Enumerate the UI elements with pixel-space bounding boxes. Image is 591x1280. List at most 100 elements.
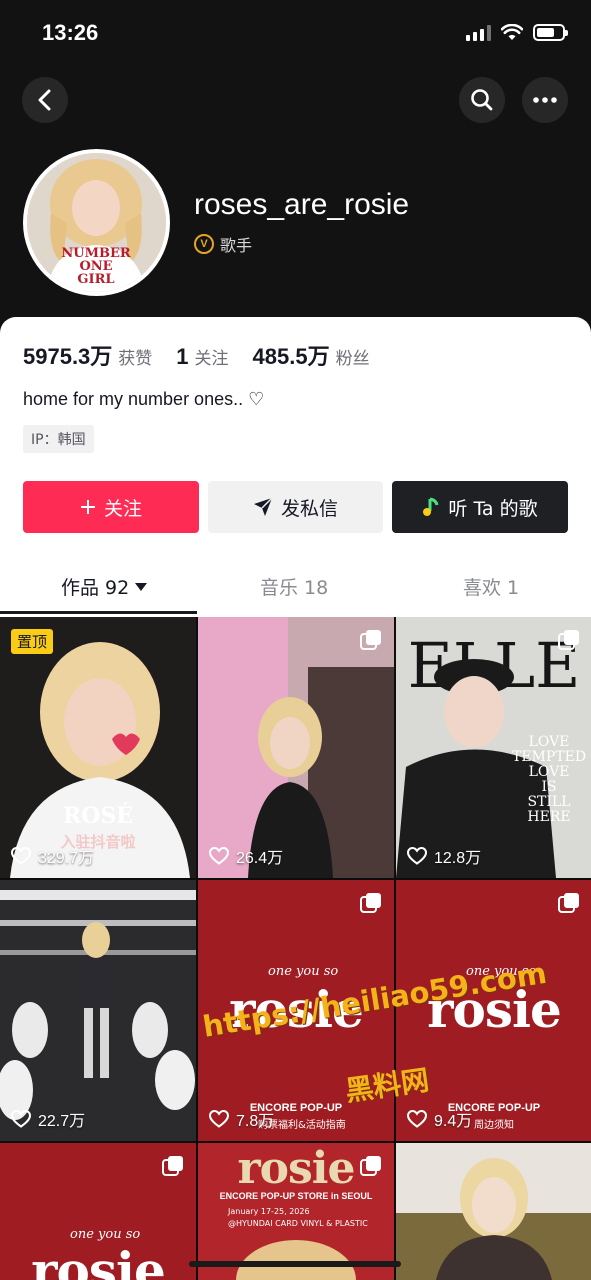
heart-outline-icon — [209, 1110, 229, 1128]
pinned-badge: 置顶 — [11, 629, 54, 654]
video-likes: 12.8万 — [407, 844, 481, 868]
cover-popup-text: ENCORE POP-UP STORE in SEOUL — [219, 1191, 373, 1201]
bio-text: home for my number ones.. ♡ — [23, 389, 265, 409]
tab-likes[interactable]: 喜欢 1 — [463, 573, 519, 600]
tab-works-label: 作品 92 — [61, 577, 130, 599]
video-thumbnail — [0, 880, 196, 1141]
video-likes: 22.7万 — [11, 1107, 85, 1131]
likes-count-label: 22.7万 — [38, 1113, 86, 1130]
cover-note: January 17-25, 2026 — [228, 1207, 310, 1216]
send-icon — [253, 497, 273, 516]
wifi-icon — [501, 24, 523, 40]
following-count[interactable]: 1 — [176, 344, 188, 370]
video-thumbnail — [236, 1240, 356, 1280]
message-button-label: 发私信 — [280, 497, 338, 520]
ip-location-tag: IP：韩国 — [23, 425, 94, 453]
multi-image-icon — [558, 893, 579, 913]
search-icon — [471, 89, 493, 111]
coverline: LOVE — [528, 764, 570, 780]
caret-down-icon — [135, 582, 148, 591]
more-dots-icon — [533, 97, 557, 103]
content-tabs: 作品 92 音乐 18 喜欢 1 — [0, 567, 591, 617]
followers-label: 粉丝 — [335, 349, 370, 369]
verified-badge-icon: V — [194, 234, 214, 254]
multi-image-icon — [558, 630, 579, 650]
tab-likes-label: 喜欢 1 — [463, 577, 520, 599]
video-tile-7[interactable]: one you so rosie — [0, 1143, 196, 1280]
verification-row: V 歌手 — [194, 232, 252, 256]
coverline: HERE — [527, 809, 571, 825]
followers-count[interactable]: 485.5万 — [253, 339, 330, 371]
video-likes: 9.4万 — [407, 1107, 472, 1131]
coverline: LOVE — [528, 734, 570, 750]
likes-count[interactable]: 5975.3万 — [23, 339, 112, 371]
likes-count-label: 12.8万 — [434, 850, 482, 867]
coverline: STILL — [527, 794, 571, 810]
music-note-icon — [423, 497, 439, 516]
tab-music[interactable]: 音乐 18 — [260, 573, 328, 600]
status-bar: 13:26 — [0, 0, 591, 70]
profile-header: 13:26 NUMBER ONE GIRL roses_are_rosie V … — [0, 0, 591, 340]
cover-wordmark: rosie — [31, 1241, 166, 1280]
chevron-left-icon — [38, 89, 51, 111]
heart-outline-icon — [11, 1110, 31, 1128]
cellular-signal-icon — [466, 24, 491, 41]
video-tile-3[interactable]: ELLE LOVE TEMPTED LOVE IS STILL HERE 12.… — [396, 617, 591, 878]
video-likes: 329.7万 — [11, 844, 94, 868]
video-tile-9[interactable] — [396, 1143, 591, 1280]
multi-image-icon — [162, 1156, 183, 1176]
video-thumbnail — [396, 1143, 591, 1280]
tab-music-label: 音乐 18 — [260, 577, 329, 599]
tab-works[interactable]: 作品 92 — [61, 573, 148, 600]
video-tile-8[interactable]: rosie ENCORE POP-UP STORE in SEOUL Janua… — [198, 1143, 394, 1280]
username: roses_are_rosie — [194, 188, 410, 221]
magazine-coverlines: LOVE TEMPTED LOVE IS STILL HERE — [512, 735, 586, 825]
video-likes: 7.8万 — [209, 1107, 274, 1131]
likes-count-label: 9.4万 — [434, 1113, 473, 1130]
cover-script-text: one you so — [268, 964, 339, 979]
multi-image-icon — [360, 630, 381, 650]
video-tile-2[interactable]: 26.4万 — [198, 617, 394, 878]
profile-info-card: 5975.3万 获赞 1 关注 485.5万 粉丝 home for my nu… — [0, 317, 591, 617]
video-tile-4[interactable]: 22.7万 — [0, 880, 196, 1141]
follow-button[interactable]: 关注 — [23, 481, 199, 533]
likes-count-label: 329.7万 — [38, 850, 95, 867]
heart-outline-icon — [209, 847, 229, 865]
heart-outline-icon — [11, 847, 31, 865]
coverline: TEMPTED — [512, 749, 587, 765]
video-caption: ROSÉ — [62, 803, 134, 829]
listen-songs-label: 听 Ta 的歌 — [448, 497, 538, 520]
plus-icon — [80, 500, 95, 514]
coverline: IS — [541, 779, 557, 795]
stats-row: 5975.3万 获赞 1 关注 485.5万 粉丝 — [23, 339, 394, 371]
status-time: 13:26 — [42, 20, 99, 45]
battery-icon — [533, 24, 568, 41]
likes-label: 获赞 — [118, 349, 153, 369]
heart-outline-icon — [407, 847, 427, 865]
verification-label: 歌手 — [220, 236, 253, 255]
avatar-image: NUMBER ONE GIRL — [27, 153, 166, 292]
following-label: 关注 — [194, 349, 229, 369]
active-tab-indicator — [0, 611, 197, 614]
search-button[interactable] — [459, 77, 505, 123]
video-likes: 26.4万 — [209, 844, 283, 868]
video-thumbnail — [198, 617, 394, 878]
status-icons — [466, 24, 568, 41]
cover-script-text: one you so — [70, 1227, 141, 1242]
more-button[interactable] — [522, 77, 568, 123]
multi-image-icon — [360, 1156, 381, 1176]
message-button[interactable]: 发私信 — [208, 481, 383, 533]
multi-image-icon — [360, 893, 381, 913]
listen-songs-button[interactable]: 听 Ta 的歌 — [392, 481, 568, 533]
cover-note: 周边须知 — [474, 1120, 514, 1131]
follow-button-label: 关注 — [103, 497, 142, 520]
heart-outline-icon — [407, 1110, 427, 1128]
avatar[interactable]: NUMBER ONE GIRL — [23, 149, 170, 296]
video-tile-6[interactable]: one you so rosie ENCORE POP-UP 周边须知 9.4万 — [396, 880, 591, 1141]
home-indicator[interactable] — [189, 1261, 401, 1267]
shirt-line-3: GIRL — [77, 272, 114, 287]
likes-count-label: 7.8万 — [236, 1113, 275, 1130]
back-button[interactable] — [22, 77, 68, 123]
video-tile-1[interactable]: 置顶 ROSÉ 入驻抖音啦 329.7万 — [0, 617, 196, 878]
likes-count-label: 26.4万 — [236, 850, 284, 867]
